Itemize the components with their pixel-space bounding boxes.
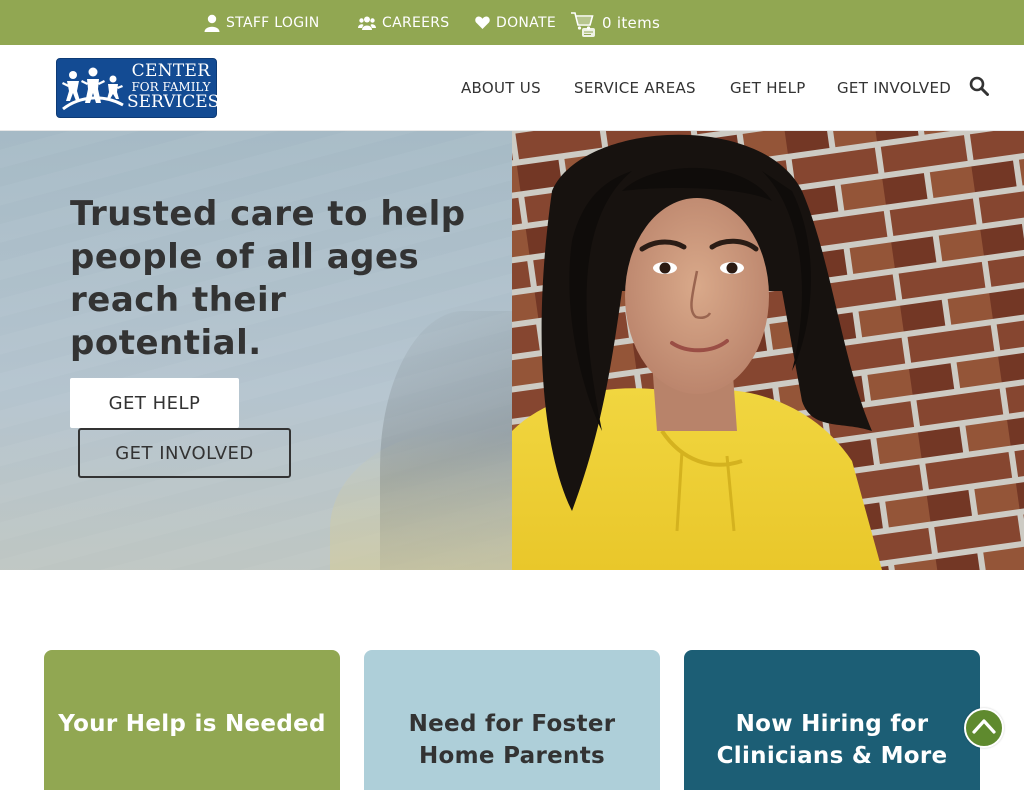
site-header: CENTER FOR FAMILY SERVICES ABOUT US SERV… [0, 45, 1024, 131]
logo-line-1: CENTER [131, 61, 211, 81]
group-icon [358, 16, 376, 30]
donate-link[interactable]: DONATE [475, 0, 556, 45]
donate-label: DONATE [496, 14, 556, 31]
card-title: Need for Foster Home Parents [408, 711, 616, 769]
user-icon [204, 14, 220, 32]
card-foster-parents[interactable]: Need for Foster Home Parents [364, 650, 660, 790]
utility-bar: STAFF LOGIN CAREERS DONATE 0 items [0, 0, 1024, 45]
hero-title: Trusted care to help people of all ages … [70, 194, 466, 363]
logo-wordmark: CENTER FOR FAMILY SERVICES [127, 61, 220, 112]
nav-about-us[interactable]: ABOUT US [461, 45, 541, 131]
card-title: Your Help is Needed [58, 711, 326, 737]
nav-get-help[interactable]: GET HELP [730, 45, 806, 131]
logo-line-3: SERVICES [127, 92, 220, 112]
family-figures-icon [61, 65, 125, 117]
search-icon [969, 76, 989, 100]
card-title: Now Hiring for Clinicians & More [716, 711, 948, 769]
chevron-up-icon [972, 718, 996, 738]
cart-link[interactable]: 0 items [570, 0, 660, 45]
hero-banner: Trusted care to help people of all ages … [0, 131, 1024, 570]
site-logo[interactable]: CENTER FOR FAMILY SERVICES [56, 58, 220, 118]
cart-count: 0 items [602, 13, 661, 32]
nav-service-areas[interactable]: SERVICE AREAS [574, 45, 696, 131]
get-involved-button[interactable]: GET INVOLVED [78, 428, 291, 478]
cart-icon [570, 8, 596, 38]
heart-icon [475, 16, 490, 29]
card-now-hiring[interactable]: Now Hiring for Clinicians & More [684, 650, 980, 790]
back-to-top-button[interactable] [964, 708, 1004, 748]
careers-link[interactable]: CAREERS [358, 0, 450, 45]
get-help-button[interactable]: GET HELP [70, 378, 239, 428]
search-button[interactable] [969, 45, 989, 131]
staff-login-link[interactable]: STAFF LOGIN [204, 0, 320, 45]
hero-photo [512, 131, 1024, 570]
hero-photo-illustration [512, 131, 1024, 570]
staff-login-label: STAFF LOGIN [226, 14, 320, 31]
card-help-needed[interactable]: Your Help is Needed [44, 650, 340, 790]
hero-sweater-shade [330, 431, 512, 570]
careers-label: CAREERS [382, 14, 450, 31]
nav-get-involved[interactable]: GET INVOLVED [837, 45, 951, 131]
